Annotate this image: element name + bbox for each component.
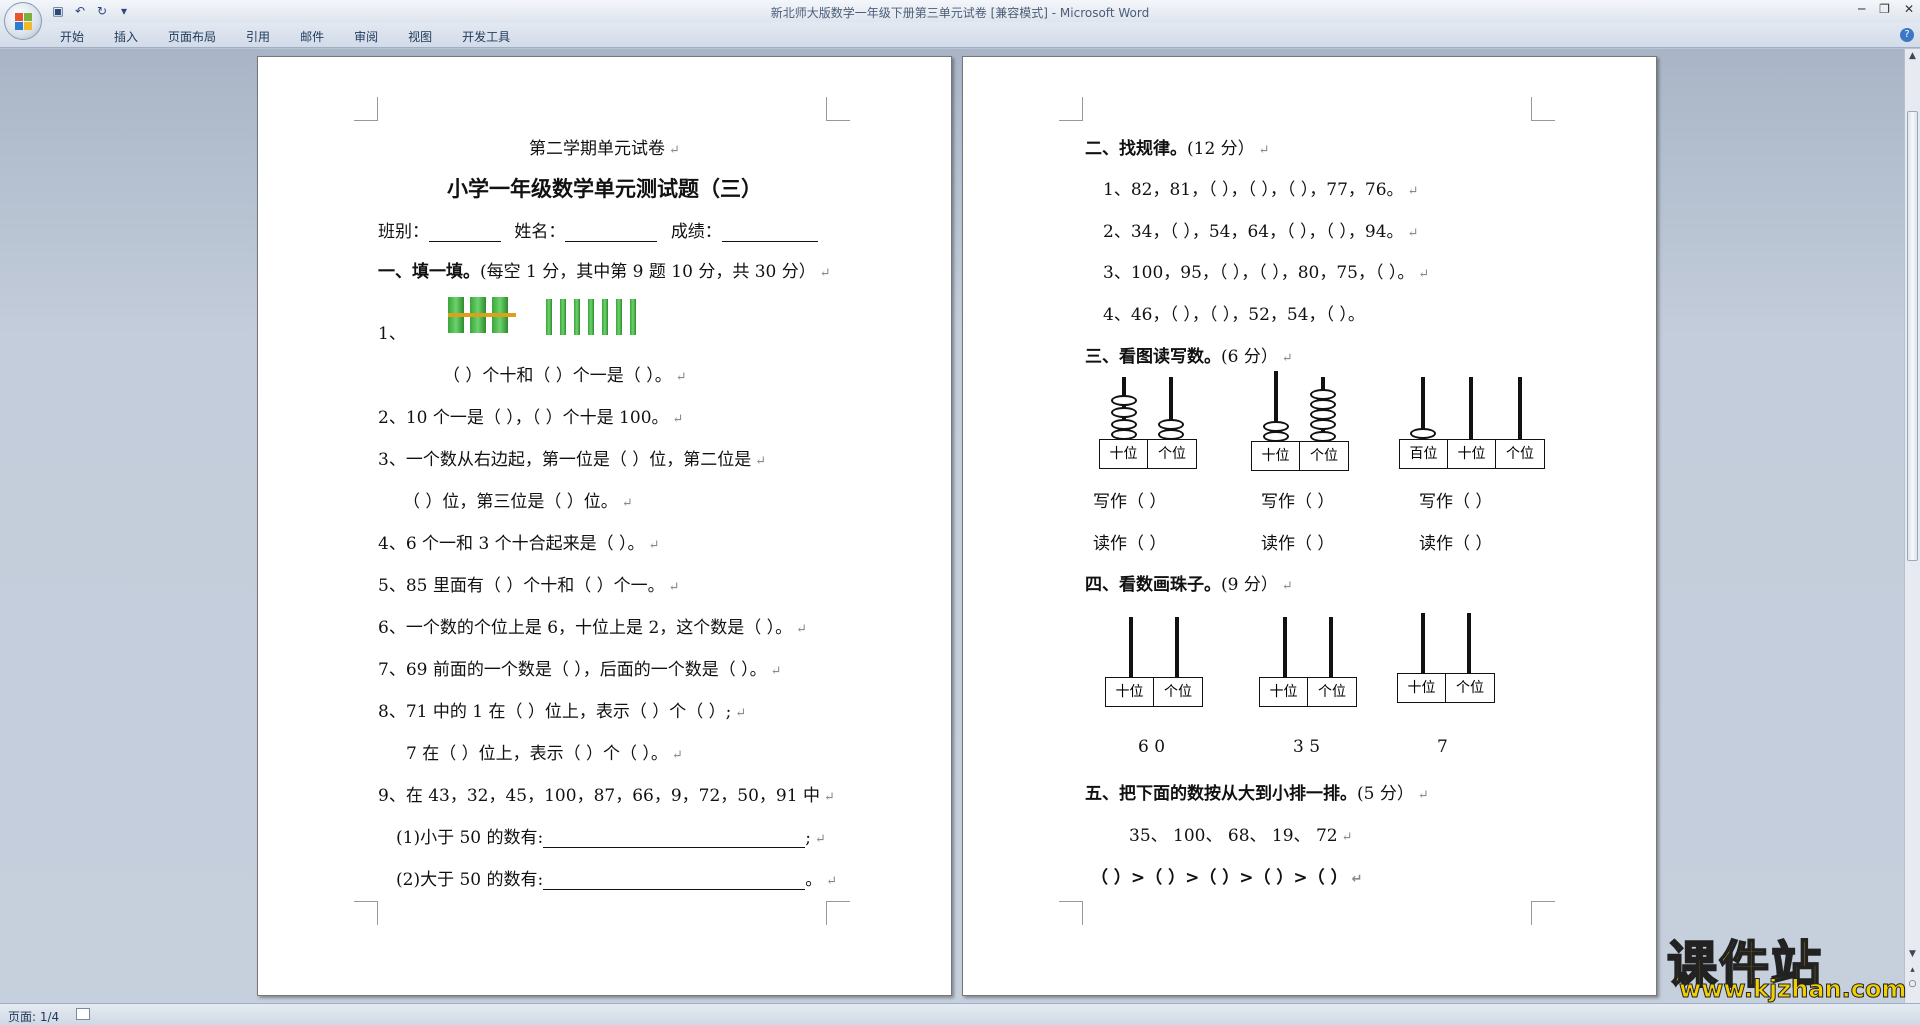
crop-mark [826, 901, 850, 925]
office-button[interactable] [4, 2, 42, 40]
tab-view[interactable]: 视图 [408, 28, 432, 45]
section-4-heading: 四、看数画珠子。(9 分） ↵ [1085, 575, 1293, 595]
q4: 4、6 个一和 3 个十合起来是（ ）。 ↵ [378, 534, 660, 554]
document-page-1[interactable]: 第二学期单元试卷 ↵ 小学一年级数学单元测试题（三） 班别： 姓名： 成绩： 一、… [257, 56, 952, 996]
window-title: 新北师大版数学一年级下册第三单元试卷 [兼容模式] - Microsoft Wo… [770, 6, 1150, 20]
empty-abacus-2[interactable]: 十位 个位 [1259, 617, 1359, 717]
pattern-q4: 4、46，（ ），（ ），52，54，（ ）。 [1103, 305, 1365, 325]
q8-line-1: 8、71 中的 1 在（ ）位上，表示（ ）个（ ）; ↵ [378, 702, 747, 722]
q6: 6、一个数的个位上是 6，十位上是 2，这个数是（ ）。 ↵ [378, 618, 808, 638]
scroll-down-icon[interactable]: ▼ [1907, 949, 1918, 960]
abacus-a-write: 写作（ ） [1093, 492, 1167, 512]
q9-answer-1-blank[interactable] [543, 832, 806, 848]
tab-review[interactable]: 审阅 [354, 28, 378, 45]
number-35: 3 5 [1293, 737, 1321, 757]
q9-answer-2-blank[interactable] [543, 874, 806, 890]
empty-abacus-3-labels: 十位 个位 [1397, 673, 1495, 703]
q8-line-2: 7 在（ ）位上，表示（ ）个（ ）。 ↵ [406, 744, 683, 764]
empty-abacus-3[interactable]: 十位 个位 [1397, 613, 1497, 713]
abacus-c-read: 读作（ ） [1419, 534, 1493, 554]
q9-part-2: (2)大于 50 的数有:。 ↵ [396, 870, 838, 890]
q5: 5、85 里面有（ ）个十和（ ）个一。 ↵ [378, 576, 680, 596]
abacus-c: 百位 十位 个位 [1399, 377, 1549, 477]
exam-term: 第二学期单元试卷 ↵ [529, 139, 680, 159]
crop-mark [354, 97, 378, 121]
crop-mark [1531, 901, 1555, 925]
crop-mark [826, 97, 850, 121]
ordering-blanks[interactable]: （ ）>（ ）>（ ）>（ ）>（ ） ↵ [1091, 863, 1362, 888]
numbers-to-sort: 35、 100、 68、 19、 72 ↵ [1129, 826, 1353, 846]
prev-page-icon[interactable]: ▴ [1907, 965, 1918, 976]
empty-abacus-2-labels: 十位 个位 [1259, 677, 1357, 707]
q1-text: （ ）个十和（ ）个一是（ ）。 ↵ [443, 366, 687, 386]
q9: 9、在 43，32，45，100，87，66，9，72，50，91 中 ↵ [378, 786, 835, 806]
abacus-a-read: 读作（ ） [1093, 534, 1167, 554]
help-icon[interactable]: ? [1900, 28, 1914, 42]
window-controls: ─ ❐ ✕ [1858, 2, 1914, 16]
crop-mark [1531, 97, 1555, 121]
tab-page-layout[interactable]: 页面布局 [168, 28, 216, 45]
office-logo-icon [15, 13, 33, 31]
name-blank[interactable] [565, 226, 658, 242]
abacus-b-labels: 十位 个位 [1251, 441, 1349, 471]
student-info-row: 班别： 姓名： 成绩： [378, 217, 818, 242]
watermark-url: www.kjzhan.com [1678, 975, 1907, 1004]
tab-insert[interactable]: 插入 [114, 28, 138, 45]
score-blank[interactable] [721, 226, 818, 242]
abacus-c-labels: 百位 十位 个位 [1399, 439, 1545, 469]
crop-mark [1059, 97, 1083, 121]
q3-line-1: 3、一个数从右边起，第一位是（ ）位，第二位是 ↵ [378, 450, 767, 470]
empty-abacus-1-labels: 十位 个位 [1105, 677, 1203, 707]
exam-title: 小学一年级数学单元测试题（三） [447, 177, 762, 201]
q7: 7、69 前面的一个数是（ ），后面的一个数是（ ）。 ↵ [378, 660, 782, 680]
abacus-b-read: 读作（ ） [1261, 534, 1335, 554]
minimize-icon[interactable]: ─ [1858, 2, 1865, 16]
watermark-logo: 课件站 www.kjzhan.com [1665, 925, 1907, 1005]
abacus-b: 十位 个位 [1251, 371, 1351, 477]
section-5-heading: 五、把下面的数按从大到小排一排。(5 分） ↵ [1085, 784, 1429, 804]
abacus-b-write: 写作（ ） [1261, 492, 1335, 512]
section-3-heading: 三、看图读写数。(6 分） ↵ [1085, 347, 1293, 367]
page-count[interactable]: 页面: 1/4 [8, 1008, 59, 1025]
section-2-heading: 二、找规律。(12 分） ↵ [1085, 139, 1270, 159]
section-1-heading: 一、填一填。(每空 1 分，其中第 9 题 10 分，共 30 分） ↵ [378, 262, 831, 282]
document-page-2[interactable]: 二、找规律。(12 分） ↵ 1、82，81，（ ），（ ），（ ），77，76。… [962, 56, 1657, 996]
ten-stick-bundles-image [448, 297, 518, 341]
pattern-q1: 1、82，81，（ ），（ ），（ ），77，76。 ↵ [1103, 180, 1419, 200]
ribbon-tabs: 开始 插入 页面布局 引用 邮件 审阅 视图 开发工具 [60, 28, 510, 45]
tab-references[interactable]: 引用 [246, 28, 270, 45]
tab-developer[interactable]: 开发工具 [462, 28, 510, 45]
q2: 2、10 个一是（ ），（ ）个十是 100。 ↵ [378, 408, 684, 428]
status-bar: 页面: 1/4 [0, 1003, 1920, 1025]
pattern-q2: 2、34，（ ），54，64，（ ），（ ），94。 ↵ [1103, 222, 1419, 242]
tab-mailings[interactable]: 邮件 [300, 28, 324, 45]
number-60: 6 0 [1138, 737, 1166, 757]
proofing-icon[interactable] [76, 1008, 90, 1020]
q9-part-1: (1)小于 50 的数有:; ↵ [396, 828, 826, 848]
abacus-a: 十位 个位 [1099, 377, 1199, 477]
tab-home[interactable]: 开始 [60, 28, 84, 45]
abacus-c-write: 写作（ ） [1419, 492, 1493, 512]
pattern-q3: 3、100，95，（ ），（ ），80，75，（ ）。 ↵ [1103, 263, 1430, 283]
vertical-scrollbar[interactable]: ▲ ▼ ▴ ○ [1904, 49, 1920, 1003]
crop-mark [1059, 901, 1083, 925]
close-icon[interactable]: ✕ [1904, 2, 1914, 16]
empty-abacus-1[interactable]: 十位 个位 [1105, 617, 1205, 717]
browse-object-icon[interactable]: ○ [1907, 979, 1918, 990]
scroll-up-icon[interactable]: ▲ [1907, 51, 1918, 62]
scroll-thumb[interactable] [1907, 111, 1918, 561]
q1-number: 1、 [378, 324, 406, 344]
ribbon: 开始 插入 页面布局 引用 邮件 审阅 视图 开发工具 ? [0, 22, 1920, 48]
abacus-a-labels: 十位 个位 [1099, 439, 1197, 469]
number-7: 7 [1437, 737, 1448, 757]
maximize-icon[interactable]: ❐ [1879, 2, 1890, 16]
crop-mark [354, 901, 378, 925]
q3-line-2: （ ）位，第三位是（ ）位。 ↵ [403, 492, 633, 512]
title-bar: ▣ ↶ ↻ ▾ 新北师大版数学一年级下册第三单元试卷 [兼容模式] - Micr… [0, 0, 1920, 22]
class-blank[interactable] [429, 226, 501, 242]
